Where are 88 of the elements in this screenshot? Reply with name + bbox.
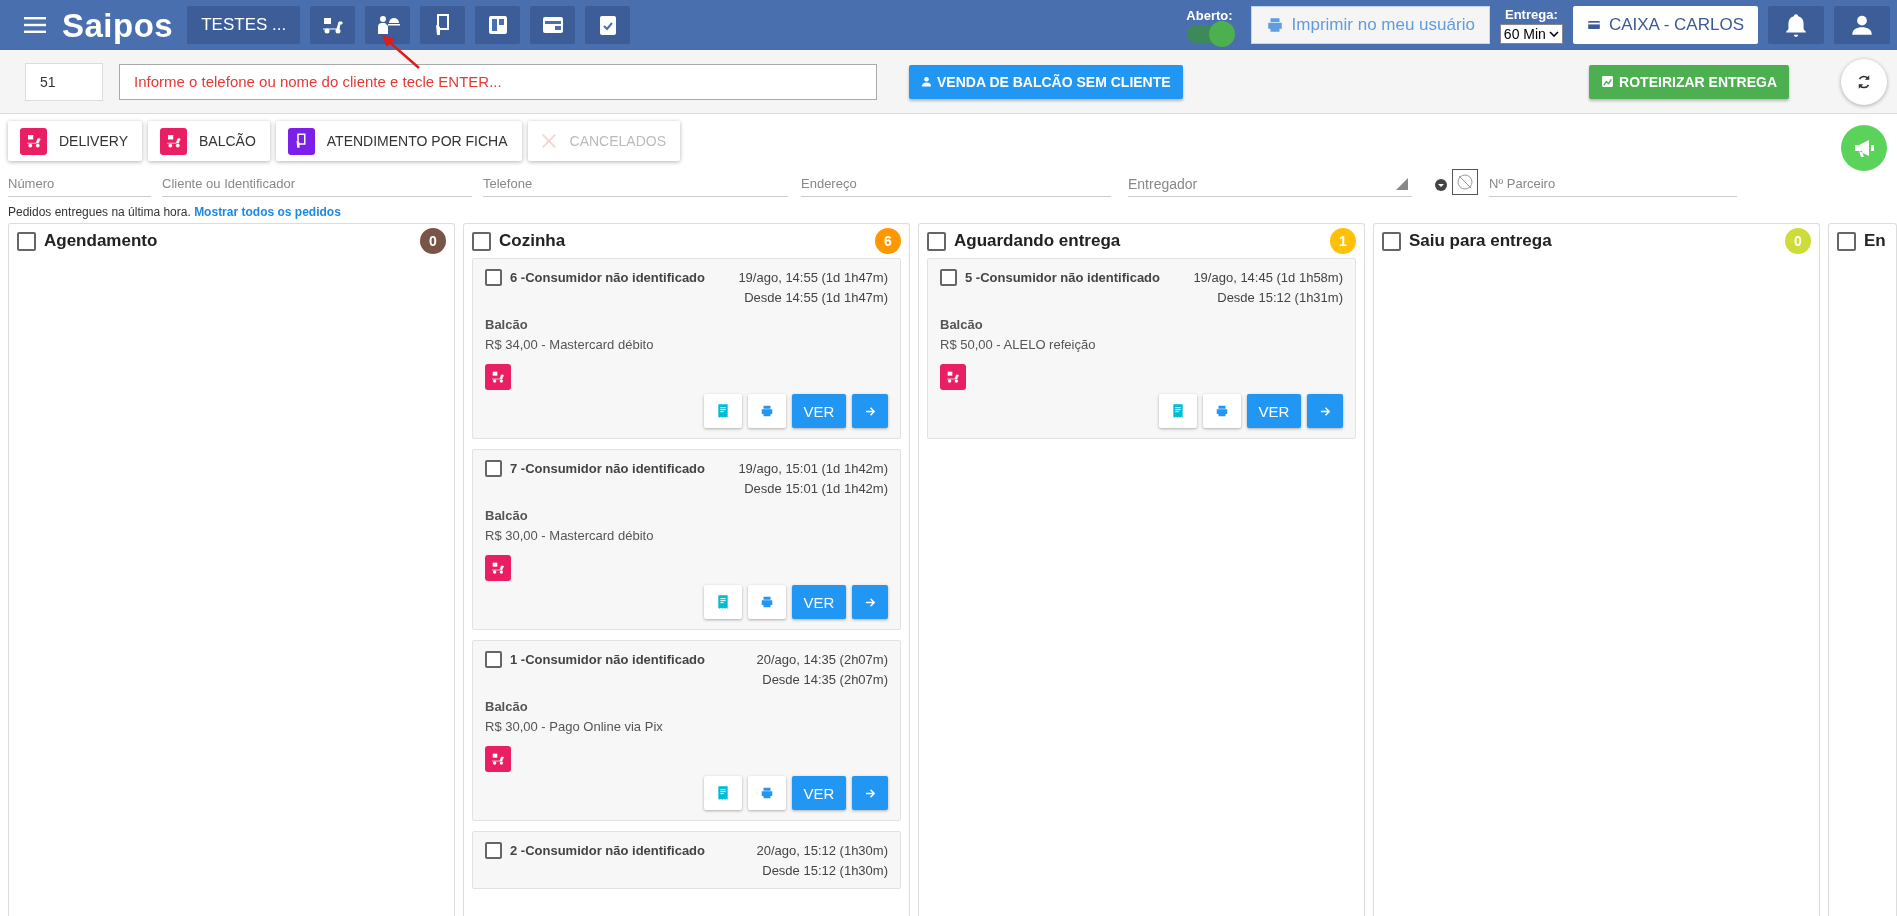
toggle-down-icon[interactable] bbox=[1435, 179, 1447, 191]
board-icon[interactable] bbox=[475, 6, 521, 44]
order-type: Balcão bbox=[485, 317, 529, 332]
column-checkbox[interactable] bbox=[927, 231, 946, 251]
column-title: En bbox=[1864, 231, 1887, 251]
column-title: Cozinha bbox=[499, 231, 567, 251]
order-type: Balcão bbox=[485, 699, 529, 714]
order-number-field[interactable]: 51 bbox=[25, 62, 103, 101]
scooter-icon bbox=[940, 364, 966, 390]
order-payment: R$ 34,00 - Mastercard débito bbox=[485, 337, 655, 352]
delivery-time-label: Entrega: bbox=[1505, 6, 1558, 22]
menu-icon[interactable] bbox=[24, 17, 46, 33]
no-camera-icon[interactable] bbox=[1452, 169, 1478, 195]
column-title: Saiu para entrega bbox=[1409, 231, 1553, 251]
scooter-icon bbox=[160, 127, 187, 155]
order-type-button[interactable]: ATENDIMENTO POR FICHA bbox=[275, 121, 522, 161]
print-icon[interactable] bbox=[748, 394, 786, 428]
order-title[interactable]: 1 -Consumidor não identificado bbox=[510, 652, 749, 667]
order-title[interactable]: 5 -Consumidor não identificado bbox=[965, 270, 1186, 285]
order-title[interactable]: 7 -Consumidor não identificado bbox=[510, 461, 731, 476]
order-checkbox[interactable] bbox=[485, 651, 502, 668]
dropdown-corner-icon bbox=[1396, 178, 1408, 190]
waiter-icon[interactable] bbox=[365, 6, 411, 44]
print-icon[interactable] bbox=[748, 776, 786, 810]
column-checkbox[interactable] bbox=[17, 231, 36, 251]
filter-field[interactable]: Número bbox=[8, 171, 151, 197]
order-type: Balcão bbox=[485, 508, 529, 523]
print-icon[interactable] bbox=[748, 585, 786, 619]
order-payment: R$ 30,00 - Mastercard débito bbox=[485, 528, 655, 543]
scooter-icon[interactable] bbox=[310, 6, 356, 44]
order-payment: R$ 30,00 - Pago Online via Pix bbox=[485, 719, 664, 734]
scooter-icon bbox=[485, 746, 511, 772]
person-icon bbox=[921, 76, 932, 87]
order-date: 20/ago, 14:35 (2h07m) bbox=[756, 652, 888, 667]
order-payment: R$ 50,00 - ALELO refeição bbox=[940, 337, 1097, 352]
order-count: 0 bbox=[1785, 228, 1811, 254]
scooter-icon bbox=[485, 364, 511, 390]
chart-icon bbox=[1601, 75, 1615, 88]
clipboard-check-icon[interactable] bbox=[585, 6, 631, 44]
order-type: Balcão bbox=[940, 317, 984, 332]
notice-text: Pedidos entregues na última hora. Mostrar todos os pedidos bbox=[8, 205, 342, 219]
order-title[interactable]: 6 -Consumidor não identificado bbox=[510, 270, 731, 285]
order-date: 19/ago, 15:01 (1d 1h42m) bbox=[738, 461, 888, 476]
card-icon bbox=[1586, 18, 1601, 32]
order-since: Desde 15:12 (1h30m) bbox=[761, 863, 888, 878]
refresh-icon[interactable] bbox=[1841, 58, 1887, 105]
column-checkbox[interactable] bbox=[472, 231, 491, 251]
column-checkbox[interactable] bbox=[1837, 231, 1856, 251]
show-all-orders-link[interactable]: Mostrar todos os pedidos bbox=[194, 205, 341, 219]
order-date: 19/ago, 14:45 (1d 1h58m) bbox=[1193, 270, 1343, 285]
column-checkbox[interactable] bbox=[1382, 231, 1401, 251]
open-label: Aberto: bbox=[1186, 7, 1233, 23]
delivery-time-select[interactable]: 60 Min bbox=[1499, 23, 1563, 44]
order-since: Desde 14:35 (2h07m) bbox=[761, 672, 888, 687]
column-title: Agendamento bbox=[44, 231, 159, 251]
customer-search-field[interactable]: Informe o telefone ou nome do cliente e tecle ENTER... bbox=[119, 63, 877, 100]
order-checkbox[interactable] bbox=[485, 460, 502, 477]
chevron-down-icon bbox=[1548, 30, 1559, 37]
cashier-button[interactable]: CAIXA - CARLOS bbox=[1572, 6, 1758, 44]
order-since: Desde 15:01 (1d 1h42m) bbox=[743, 481, 888, 496]
scooter-icon bbox=[20, 127, 47, 155]
order-date: 20/ago, 15:12 (1h30m) bbox=[756, 843, 888, 858]
notifications-bell-icon[interactable] bbox=[1768, 6, 1824, 44]
order-date: 19/ago, 14:55 (1d 1h47m) bbox=[738, 270, 888, 285]
order-count: 1 bbox=[1330, 228, 1356, 254]
order-count: 0 bbox=[420, 228, 446, 254]
filter-field[interactable]: Telefone bbox=[483, 171, 788, 197]
filter-field[interactable]: Endereço bbox=[801, 171, 1111, 197]
print-icon[interactable] bbox=[1203, 394, 1241, 428]
column-title: Aguardando entrega bbox=[954, 231, 1122, 251]
order-type-button[interactable]: DELIVERY bbox=[8, 121, 142, 161]
filter-field[interactable]: Cliente ou Identificador bbox=[162, 171, 472, 197]
filter-field[interactable]: Nº Parceiro bbox=[1489, 171, 1737, 197]
order-checkbox[interactable] bbox=[485, 269, 502, 286]
scooter-icon bbox=[485, 555, 511, 581]
card-icon[interactable] bbox=[530, 6, 576, 44]
order-checkbox[interactable] bbox=[940, 269, 957, 286]
printer-icon bbox=[1265, 16, 1284, 34]
order-count: 6 bbox=[875, 228, 901, 254]
store-button[interactable]: TESTES ... bbox=[187, 6, 301, 44]
user-icon[interactable] bbox=[1834, 6, 1890, 44]
order-checkbox[interactable] bbox=[485, 842, 502, 859]
order-since: Desde 15:12 (1h31m) bbox=[1216, 290, 1343, 305]
order-since: Desde 14:55 (1d 1h47m) bbox=[743, 290, 888, 305]
order-type-button[interactable]: BALCÃO bbox=[148, 121, 270, 161]
logo[interactable]: Saipos bbox=[62, 8, 174, 42]
order-title[interactable]: 2 -Consumidor não identificado bbox=[510, 843, 749, 858]
close-icon bbox=[539, 132, 558, 150]
